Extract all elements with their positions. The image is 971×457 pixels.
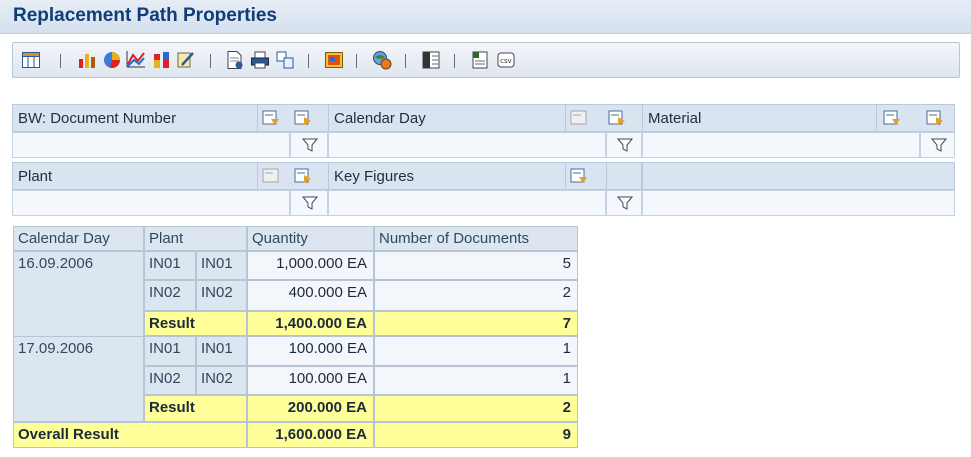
columns-icon[interactable] [421,50,441,70]
pie-chart-icon[interactable] [102,50,122,70]
cell-number-of-documents: 1 [374,336,578,366]
char-icons-calendar-day [566,104,642,132]
char-icons-key-figures [566,162,606,190]
nav-spacer [606,162,642,190]
filter-field-plant[interactable] [12,190,290,216]
overall-result-quantity: 1,600.000 EA [247,422,374,448]
results-table: Calendar Day Plant Quantity Number of Do… [13,226,578,448]
stacked-chart-icon[interactable] [152,50,172,70]
result-number-of-documents: 7 [374,311,578,336]
row-header-plant-text: IN01 [196,251,247,280]
filter-field-calendar-day[interactable] [328,132,606,158]
line-chart-icon[interactable] [126,50,146,70]
drilldown-icon[interactable] [608,110,626,127]
row-header-plant-key[interactable]: IN02 [144,280,196,311]
page-title: Replacement Path Properties [13,5,277,26]
toolbar: csv [12,42,960,78]
result-number-of-documents: 2 [374,395,578,422]
page-header: Replacement Path Properties [0,0,971,34]
cell-number-of-documents: 5 [374,251,578,280]
filter-funnel-icon [302,138,318,152]
column-header-number-of-documents[interactable]: Number of Documents [374,226,578,251]
svg-text:csv: csv [500,57,512,65]
filter-button-plant[interactable] [290,190,328,216]
layout-icon[interactable] [275,50,295,70]
char-label-plant[interactable]: Plant [12,162,258,190]
filter-funnel-icon [302,196,318,210]
row-header-calendar-day[interactable]: 16.09.2006 [13,251,144,343]
toolbar-separator [405,54,406,68]
cell-quantity: 100.000 EA [247,366,374,395]
column-header-calendar-day[interactable]: Calendar Day [13,226,144,251]
char-icons-document-number [258,104,328,132]
char-label-material[interactable]: Material [642,104,877,132]
row-header-plant-text: IN02 [196,280,247,311]
char-icons-plant [258,162,328,190]
print-icon[interactable] [250,50,270,70]
row-header-calendar-day[interactable]: 17.09.2006 [13,336,144,422]
toolbar-separator [308,54,309,68]
edit-chart-icon[interactable] [176,50,196,70]
char-label-document-number[interactable]: BW: Document Number [12,104,258,132]
cell-number-of-documents: 1 [374,366,578,395]
char-label-calendar-day[interactable]: Calendar Day [328,104,566,132]
column-header-plant[interactable]: Plant [144,226,247,251]
filter-value-icon[interactable] [570,168,588,185]
excel-export-icon[interactable] [471,50,491,70]
filter-button-key-figures[interactable] [606,190,642,216]
result-label: Result [144,395,247,422]
char-icons-material [877,104,955,132]
column-header-quantity[interactable]: Quantity [247,226,374,251]
world-settings-icon[interactable] [372,50,392,70]
navigation-panel: BW: Document Number Calendar Day Materia… [12,104,955,222]
cell-number-of-documents: 2 [374,280,578,311]
result-label: Result [144,311,247,336]
overall-result-label: Overall Result [13,422,247,448]
filter-field-key-figures[interactable] [328,190,606,216]
bar-chart-icon[interactable] [77,50,97,70]
result-quantity: 200.000 EA [247,395,374,422]
filter-funnel-icon [617,196,633,210]
cell-quantity: 100.000 EA [247,336,374,366]
csv-export-icon[interactable]: csv [496,50,516,70]
drilldown-icon[interactable] [294,110,312,127]
filter-funnel-icon [617,138,633,152]
filter-button-document-number[interactable] [290,132,328,158]
nav-empty-cell [642,190,955,216]
filter-field-document-number[interactable] [12,132,290,158]
cell-quantity: 400.000 EA [247,280,374,311]
result-quantity: 1,400.000 EA [247,311,374,336]
filter-button-calendar-day[interactable] [606,132,642,158]
filter-button-material[interactable] [920,132,955,158]
drilldown-icon[interactable] [926,110,944,127]
filter-value-icon[interactable] [262,110,280,127]
drilldown-icon[interactable] [294,168,312,185]
row-header-plant-key[interactable]: IN01 [144,336,196,366]
table-icon[interactable] [21,50,41,70]
row-header-plant-text: IN01 [196,336,247,366]
row-header-plant-text: IN02 [196,366,247,395]
nav-spacer [642,162,955,190]
filter-field-material[interactable] [642,132,920,158]
row-header-plant-key[interactable]: IN01 [144,251,196,280]
row-header-plant-key[interactable]: IN02 [144,366,196,395]
toolbar-separator [210,54,211,68]
image-icon[interactable] [324,50,344,70]
document-icon[interactable] [225,50,245,70]
filter-value-disabled-icon [262,168,279,183]
overall-result-number-of-documents: 9 [374,422,578,448]
toolbar-separator [356,54,357,68]
filter-value-disabled-icon [570,110,587,125]
cell-quantity: 1,000.000 EA [247,251,374,280]
filter-funnel-icon [931,138,947,152]
toolbar-separator [454,54,455,68]
filter-value-icon[interactable] [883,110,901,127]
char-label-key-figures[interactable]: Key Figures [328,162,566,190]
toolbar-separator [60,54,61,68]
